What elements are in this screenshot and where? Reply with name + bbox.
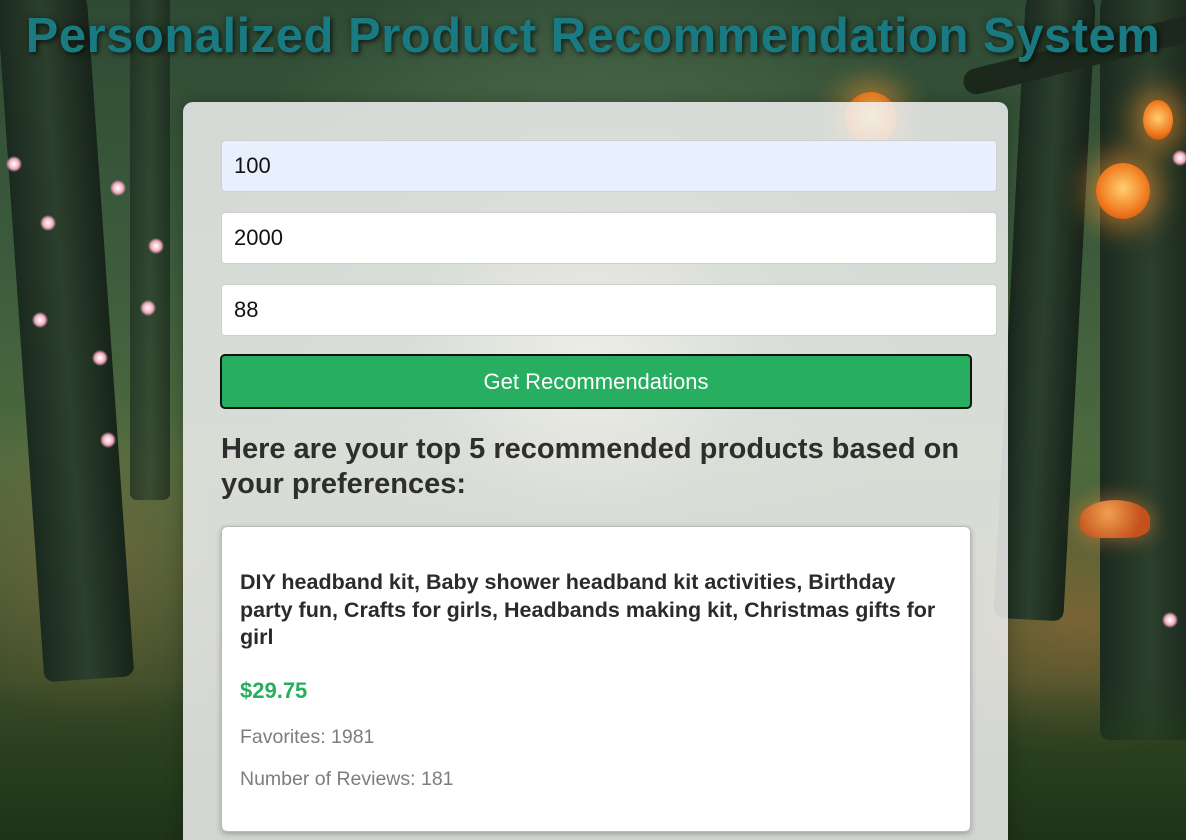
page-title: Personalized Product Recommendation Syst… [25, 9, 1161, 63]
tree-trunk [1100, 0, 1186, 740]
flower-icon [100, 432, 116, 448]
recommendation-panel: Get Recommendations Here are your top 5 … [183, 102, 1008, 840]
flower-icon [40, 215, 56, 231]
tree-trunk [0, 0, 135, 683]
product-favorites: Favorites: 1981 [240, 725, 375, 748]
flower-icon [32, 312, 48, 328]
product-price: $29.75 [240, 677, 308, 703]
input-field-1[interactable] [221, 140, 997, 192]
lantern-icon [1143, 100, 1173, 140]
flower-icon [110, 180, 126, 196]
product-reviews: Number of Reviews: 181 [240, 767, 454, 790]
flower-icon [6, 156, 22, 172]
flower-icon [1172, 150, 1186, 166]
get-recommendations-button[interactable]: Get Recommendations [220, 354, 972, 409]
flower-icon [140, 300, 156, 316]
input-field-3[interactable] [221, 284, 997, 336]
product-card: DIY headband kit, Baby shower headband k… [221, 526, 971, 832]
flower-icon [92, 350, 108, 366]
product-name: DIY headband kit, Baby shower headband k… [240, 570, 936, 649]
results-heading: Here are your top 5 recommended products… [221, 433, 960, 500]
flower-icon [1162, 612, 1178, 628]
lantern-icon [1096, 163, 1150, 219]
mushroom-icon [1080, 500, 1150, 538]
flower-icon [148, 238, 164, 254]
input-field-2[interactable] [221, 212, 997, 264]
